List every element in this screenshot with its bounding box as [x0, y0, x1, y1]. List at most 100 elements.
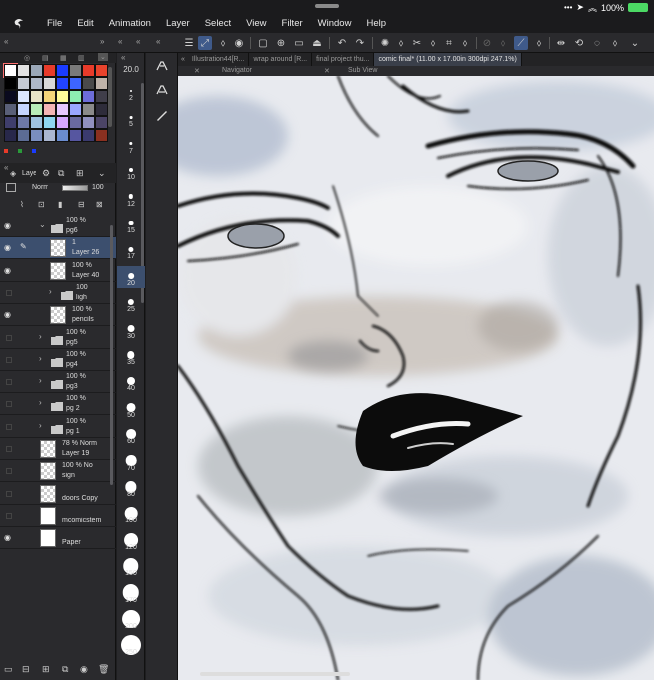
brush-size-item[interactable]: 50 — [117, 398, 145, 420]
color-swatch[interactable] — [82, 103, 95, 116]
layer-row[interactable]: › 100 % pg 1 — [0, 416, 116, 438]
color-swatch[interactable] — [17, 64, 30, 77]
dropdown-icon[interactable]: ⌄ — [628, 36, 642, 50]
color-scrollbar[interactable] — [108, 67, 112, 127]
color-swatch[interactable] — [17, 116, 30, 129]
reference-layer-icon[interactable]: ⊡ — [38, 200, 45, 209]
brush-size-item[interactable]: 20 — [117, 265, 145, 288]
color-wheel-tab-icon[interactable]: ◎ — [24, 54, 30, 62]
clip-studio-logo-icon[interactable] — [12, 14, 32, 33]
rotate-icon[interactable]: ⟲ — [572, 36, 586, 50]
color-swatch[interactable] — [56, 129, 69, 142]
new-raster-layer-icon[interactable]: ▭ — [4, 664, 16, 676]
brush-size-item[interactable]: 120 — [117, 530, 145, 552]
layer-row[interactable]: ◉ ✎ 1 Layer 26 — [0, 237, 116, 260]
blend-mode-select[interactable]: Normal — [32, 184, 48, 191]
panel-collapse-left-icon[interactable]: « — [4, 37, 8, 46]
color-slider-tab-icon[interactable]: ▤ — [42, 54, 49, 62]
color-swatch[interactable] — [69, 116, 82, 129]
color-swatch[interactable] — [43, 77, 56, 90]
layer-row[interactable]: › 100 ligh — [0, 282, 116, 304]
color-swatch[interactable] — [82, 129, 95, 142]
lock-alpha-icon[interactable]: ⊟ — [78, 200, 85, 209]
brush-size-item[interactable]: 30 — [117, 319, 145, 341]
color-swatch[interactable] — [69, 90, 82, 103]
opacity-slider[interactable] — [62, 185, 88, 191]
grid-icon[interactable]: ⬨ — [458, 36, 472, 50]
loading-icon[interactable]: ✺ — [378, 36, 392, 50]
save-icon[interactable]: ⏏ — [310, 36, 324, 50]
color-swatch[interactable] — [4, 103, 17, 116]
panel-collapse-icon[interactable]: « — [4, 163, 8, 172]
layer-row[interactable]: 100 % No sign — [0, 460, 116, 483]
visibility-eye-icon[interactable] — [6, 468, 12, 475]
layer-tab[interactable]: Layer — [22, 170, 36, 177]
layer-tab-extra-icon[interactable]: ⊞ — [76, 168, 84, 179]
color-swatch[interactable] — [95, 64, 108, 77]
color-swatch[interactable] — [30, 116, 43, 129]
visibility-eye-icon[interactable] — [6, 423, 12, 430]
panel-collapse-mid2-icon[interactable]: « — [136, 37, 140, 46]
color-swatch[interactable] — [17, 77, 30, 90]
panel-collapse-tool-icon[interactable]: « — [156, 37, 160, 46]
color-swatch[interactable] — [43, 116, 56, 129]
color-swatch[interactable] — [56, 116, 69, 129]
pen-pressure-icon[interactable] — [154, 81, 170, 97]
merge-down-icon[interactable]: ⧉ — [62, 664, 74, 676]
color-swatch[interactable] — [69, 103, 82, 116]
visibility-eye-icon[interactable]: ◉ — [4, 243, 14, 253]
brush-size-item[interactable]: 7 — [117, 134, 145, 156]
lock-icon[interactable]: ⬨ — [216, 36, 230, 50]
layer-mask-icon[interactable]: ⊠ — [96, 200, 103, 209]
layer-row[interactable]: 78 % Norm Layer 19 — [0, 438, 116, 460]
color-swatch[interactable] — [82, 77, 95, 90]
add-image-icon[interactable]: ⊕ — [274, 36, 288, 50]
snap-icon[interactable]: ⊘ — [480, 36, 494, 50]
color-swatch[interactable] — [69, 129, 82, 142]
brush-size-item[interactable]: 150 — [117, 556, 145, 578]
layer-mask-add-icon[interactable]: ◉ — [80, 664, 92, 676]
color-swatch[interactable] — [30, 90, 43, 103]
transform-icon[interactable]: ⤢ — [198, 36, 212, 50]
sub-view-tab[interactable]: Sub View — [348, 67, 377, 74]
color-swatch[interactable] — [4, 116, 17, 129]
pen-tool-icon[interactable] — [154, 57, 170, 73]
crop-icon[interactable]: ⌗ — [442, 36, 456, 50]
visibility-eye-icon[interactable] — [6, 334, 12, 341]
brush-size-item[interactable]: 10 — [117, 160, 145, 182]
layer-row[interactable]: › 100 % pg 2 — [0, 393, 116, 416]
color-swatch[interactable] — [43, 103, 56, 116]
layer-search-tab-icon[interactable]: ⧉ — [58, 168, 64, 179]
color-swatch[interactable] — [95, 90, 108, 103]
visibility-eye-icon[interactable] — [6, 512, 12, 519]
ruler-options-icon[interactable]: ⬨ — [532, 36, 546, 50]
brush-size-item[interactable]: 250 — [117, 635, 145, 657]
menu-file[interactable]: File — [47, 18, 62, 29]
visibility-eye-icon[interactable] — [6, 401, 12, 408]
menu-animation[interactable]: Animation — [109, 18, 151, 29]
color-swatch[interactable] — [17, 90, 30, 103]
brush-size-item[interactable]: 80 — [117, 477, 145, 499]
new-folder-icon[interactable]: ⊞ — [42, 664, 54, 676]
hamburger-icon[interactable]: ☰ — [182, 36, 196, 50]
copy-icon[interactable]: ⬨ — [426, 36, 440, 50]
color-swatch[interactable] — [43, 90, 56, 103]
menu-edit[interactable]: Edit — [77, 18, 93, 29]
layer-tab-icon[interactable]: ◈ — [10, 169, 16, 178]
layer-row[interactable]: ◉ 100 % pencils — [0, 304, 116, 327]
color-history-tab-icon[interactable]: ▥ — [78, 54, 85, 62]
brush-size-item[interactable]: 12 — [117, 187, 145, 209]
sub-tab-close-icon[interactable]: ✕ — [324, 67, 330, 75]
brush-size-item[interactable]: 5 — [117, 107, 145, 129]
color-swatch[interactable] — [82, 116, 95, 129]
navigator-tab[interactable]: Navigator — [222, 67, 252, 74]
doc-tab-wrap-around[interactable]: wrap around [R... — [249, 53, 313, 66]
brush-size-item[interactable]: 200 — [117, 609, 145, 631]
pencil-icon[interactable] — [154, 107, 170, 123]
record-icon[interactable]: ◉ — [232, 36, 246, 50]
brush-size-item[interactable]: 100 — [117, 503, 145, 525]
cut-icon[interactable]: ✂ — [410, 36, 424, 50]
new-vector-layer-icon[interactable]: ⊟ — [22, 664, 34, 676]
color-swatch[interactable] — [17, 129, 30, 142]
visibility-eye-icon[interactable]: ◉ — [4, 221, 14, 231]
